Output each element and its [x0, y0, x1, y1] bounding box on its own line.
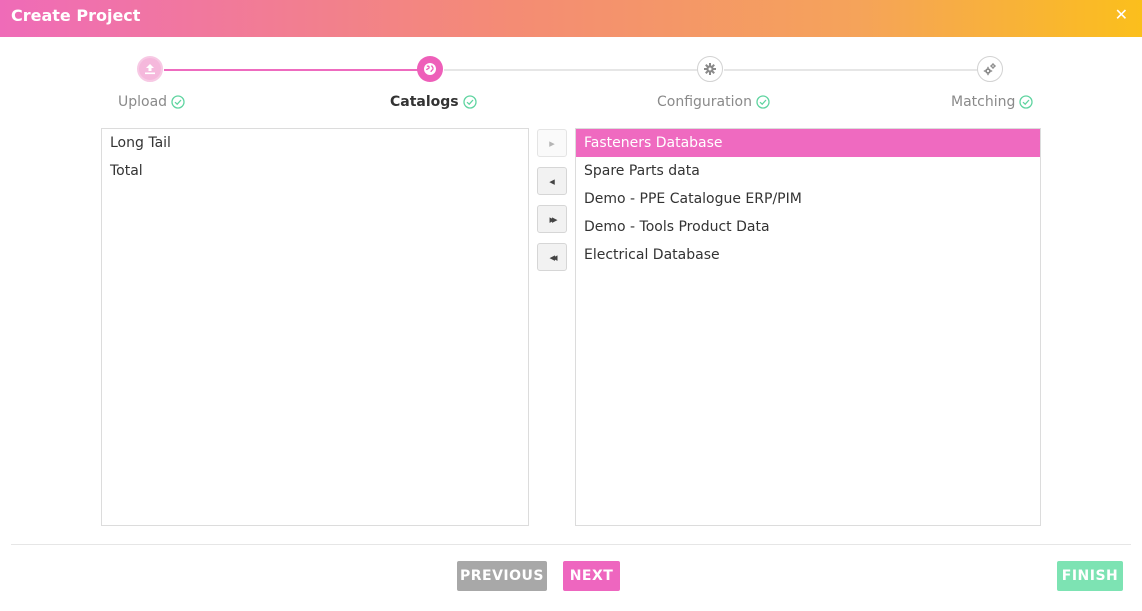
- gears-icon: [983, 62, 997, 76]
- step-upload-text: Upload: [118, 94, 168, 110]
- step-upload[interactable]: [137, 56, 163, 82]
- step-matching[interactable]: [977, 56, 1003, 82]
- footer-divider: [11, 544, 1131, 545]
- check-circle-icon: [1019, 95, 1034, 109]
- list-item[interactable]: Demo - PPE Catalogue ERP/PIM: [576, 185, 1040, 213]
- caret-right-icon: ▸: [549, 137, 555, 150]
- dialog-header: Create Project ✕: [0, 0, 1142, 37]
- globe-icon: [423, 62, 437, 76]
- list-item[interactable]: Long Tail: [102, 129, 528, 157]
- list-item[interactable]: Fasteners Database: [576, 129, 1040, 157]
- next-button[interactable]: NEXT: [563, 561, 620, 591]
- selected-catalogs-list[interactable]: Fasteners Database Spare Parts data Demo…: [575, 128, 1041, 526]
- step-matching-text: Matching: [951, 94, 1016, 110]
- move-all-left-button[interactable]: ◂◂: [537, 243, 567, 271]
- step-label-upload: Upload: [118, 94, 185, 110]
- gear-icon: [703, 62, 717, 76]
- available-catalogs-list[interactable]: Long Tail Total: [101, 128, 529, 526]
- caret-left-icon: ◂: [549, 175, 555, 188]
- step-configuration[interactable]: [697, 56, 723, 82]
- move-right-button[interactable]: ▸: [537, 129, 567, 157]
- step-label-matching: Matching: [951, 94, 1034, 110]
- upload-icon: [143, 62, 157, 76]
- dialog-title: Create Project: [11, 6, 141, 25]
- list-item[interactable]: Electrical Database: [576, 241, 1040, 269]
- step-configuration-text: Configuration: [657, 94, 752, 110]
- list-item[interactable]: Spare Parts data: [576, 157, 1040, 185]
- stepper-connector: [444, 69, 698, 71]
- check-circle-icon: [756, 95, 770, 109]
- check-circle-icon: [462, 95, 477, 109]
- step-catalogs[interactable]: [417, 56, 443, 82]
- previous-button[interactable]: PREVIOUS: [457, 561, 547, 591]
- stepper-connector: [724, 69, 978, 71]
- step-catalogs-text: Catalogs: [390, 94, 459, 110]
- step-label-configuration: Configuration: [657, 94, 770, 110]
- close-button[interactable]: ✕: [1115, 5, 1128, 24]
- stepper-connector-done: [164, 69, 418, 71]
- list-item[interactable]: Total: [102, 157, 528, 185]
- finish-button[interactable]: FINISH: [1057, 561, 1123, 591]
- double-caret-right-icon: ▸▸: [549, 213, 557, 226]
- step-label-catalogs: Catalogs: [390, 94, 477, 110]
- check-circle-icon: [171, 95, 185, 109]
- double-caret-left-icon: ◂◂: [549, 251, 557, 264]
- move-left-button[interactable]: ◂: [537, 167, 567, 195]
- list-item[interactable]: Demo - Tools Product Data: [576, 213, 1040, 241]
- move-all-right-button[interactable]: ▸▸: [537, 205, 567, 233]
